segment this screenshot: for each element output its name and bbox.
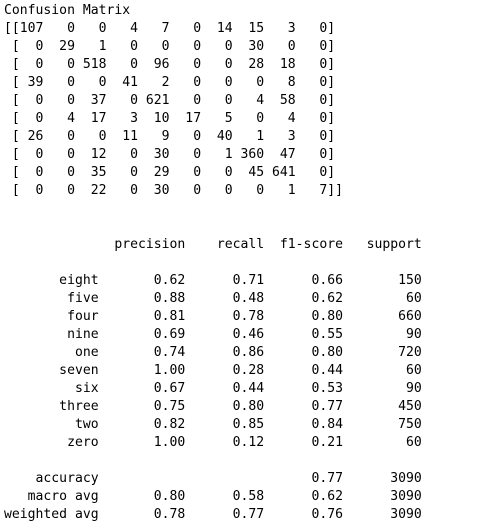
report-row-five: five 0.88 0.48 0.62 60 — [4, 291, 422, 306]
matrix-row: [ 39 0 0 41 2 0 0 0 8 0] — [4, 75, 336, 90]
report-row-eight: eight 0.62 0.71 0.66 150 — [4, 273, 422, 288]
matrix-row: [[107 0 0 4 7 0 14 15 3 0] — [4, 21, 336, 36]
report-row-seven: seven 1.00 0.28 0.44 60 — [4, 363, 422, 378]
matrix-row: [ 0 29 1 0 0 0 0 30 0 0] — [4, 39, 336, 54]
report-row-nine: nine 0.69 0.46 0.55 90 — [4, 327, 422, 342]
matrix-row: [ 0 0 35 0 29 0 0 45 641 0] — [4, 165, 336, 180]
matrix-row: [ 26 0 0 11 9 0 40 1 3 0] — [4, 129, 336, 144]
report-row-accuracy: accuracy 0.77 3090 — [4, 471, 422, 486]
matrix-row: [ 0 0 22 0 30 0 0 0 1 7]] — [4, 183, 343, 198]
report-row-six: six 0.67 0.44 0.53 90 — [4, 381, 422, 396]
matrix-row: [ 0 4 17 3 10 17 5 0 4 0] — [4, 111, 336, 126]
console-output: Confusion Matrix [[107 0 0 4 7 0 14 15 3… — [4, 2, 502, 524]
report-row-macro-avg: macro avg 0.80 0.58 0.62 3090 — [4, 489, 422, 504]
report-header: precision recall f1-score support — [4, 237, 422, 252]
matrix-row: [ 0 0 12 0 30 0 1 360 47 0] — [4, 147, 336, 162]
matrix-row: [ 0 0 37 0 621 0 0 4 58 0] — [4, 93, 336, 108]
report-row-weighted-avg: weighted avg 0.78 0.77 0.76 3090 — [4, 507, 422, 522]
report-row-four: four 0.81 0.78 0.80 660 — [4, 309, 422, 324]
confusion-matrix-title: Confusion Matrix — [4, 3, 131, 18]
matrix-row: [ 0 0 518 0 96 0 0 28 18 0] — [4, 57, 336, 72]
report-row-two: two 0.82 0.85 0.84 750 — [4, 417, 422, 432]
report-row-zero: zero 1.00 0.12 0.21 60 — [4, 435, 422, 450]
report-row-one: one 0.74 0.86 0.80 720 — [4, 345, 422, 360]
report-row-three: three 0.75 0.80 0.77 450 — [4, 399, 422, 414]
